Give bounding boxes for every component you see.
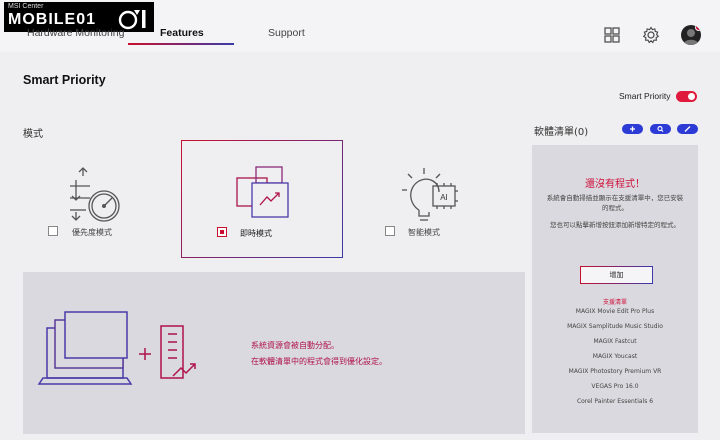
empty-list-title: 還沒有程式！ (585, 179, 645, 190)
supported-list-item: MAGIX Photostory Premium VR (568, 368, 662, 375)
empty-list-text-1: 系統會自動掃描並顯示在支援清單中，您已安裝的程式。 (546, 194, 684, 212)
supported-list-item: VEGAS Pro 16.0 (591, 383, 639, 390)
ai-bulb-icon: AI (402, 168, 458, 221)
supported-list-item: MAGIX Fastcut (593, 338, 637, 345)
priority-gauge-icon (70, 167, 120, 222)
ai-mode-label: 智能模式 (408, 228, 440, 237)
supported-list-title: 支援清單 (602, 299, 627, 306)
mode-section-label: 模式 (23, 129, 43, 140)
notification-dot (695, 25, 701, 31)
top-bar: MSI Center MOBILE01 Hardware Monitoring … (0, 0, 720, 52)
supported-list-item: Corel Painter Essentials 6 (576, 398, 654, 405)
software-list-panel: 還沒有程式！ 系統會自動掃描並顯示在支援清單中，您已安裝的程式。 您也可以點擊新… (532, 145, 698, 433)
description-line-2: 在軟體清單中的程式會得到優化設定。 (251, 357, 387, 366)
main-content: Smart Priority Smart Priority 模式 優先度模式 即… (0, 52, 720, 440)
grid-icon[interactable] (603, 26, 621, 44)
edit-software-button[interactable] (677, 124, 698, 134)
priority-mode-label: 優先度模式 (72, 228, 112, 237)
realtime-mode-checkbox[interactable] (217, 227, 227, 237)
add-program-button[interactable]: 增加 (580, 266, 653, 284)
smart-priority-toggle[interactable] (676, 91, 697, 102)
supported-list-item: MAGIX Youcast (592, 353, 638, 360)
toggle-knob (688, 93, 695, 100)
mode-card-priority[interactable]: 優先度模式 (20, 140, 182, 258)
ai-chip-text: AI (440, 193, 448, 202)
supported-list-item: MAGIX Samplitude Music Studio (567, 323, 663, 330)
tab-features[interactable]: Features (160, 27, 204, 39)
add-icon (630, 126, 635, 132)
gear-icon[interactable] (642, 26, 660, 44)
software-list-label: 軟體清單(0) (534, 123, 588, 138)
mode-card-realtime[interactable]: 即時模式 (181, 140, 343, 258)
edit-icon (684, 126, 691, 132)
realtime-windows-icon (236, 166, 289, 218)
add-software-button[interactable] (622, 124, 643, 134)
logo-small-text: MSI Center (8, 3, 44, 10)
supported-list-item: MAGIX Movie Edit Pro Plus (575, 308, 655, 315)
empty-list-text-2: 您也可以點擊新增按鈕添加新增特定的程式。 (550, 221, 680, 229)
avatar[interactable] (681, 25, 701, 45)
priority-mode-checkbox[interactable] (48, 226, 58, 236)
realtime-mode-label: 即時模式 (240, 229, 272, 238)
search-icon (657, 126, 664, 132)
software-list-title: 軟體清單 (534, 127, 574, 138)
software-list-count: (0) (574, 127, 589, 138)
tab-hardware-monitoring[interactable]: Hardware Monitoring (27, 27, 124, 39)
optimization-illustration (37, 311, 196, 385)
tab-support[interactable]: Support (268, 27, 305, 39)
description-panel: 系統資源會被自動分配。 在軟體清單中的程式會得到優化設定。 (23, 272, 525, 434)
page-title: Smart Priority (23, 73, 106, 87)
smart-priority-toggle-label: Smart Priority (619, 91, 671, 101)
description-line-1: 系統資源會被自動分配。 (251, 341, 339, 350)
mode-card-ai[interactable]: AI 智能模式 (357, 140, 519, 258)
search-software-button[interactable] (650, 124, 671, 134)
active-tab-indicator (128, 43, 234, 45)
ai-mode-checkbox[interactable] (385, 226, 395, 236)
